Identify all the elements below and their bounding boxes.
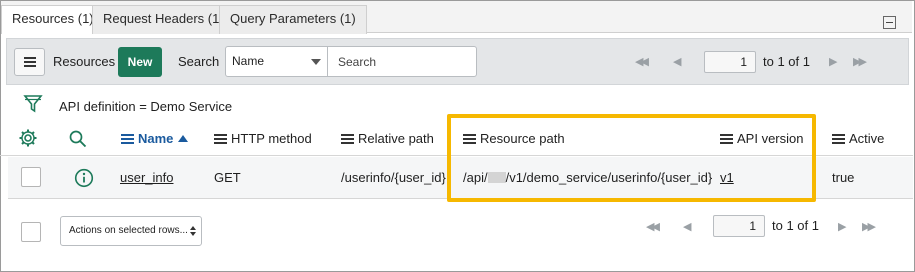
collapse-icon[interactable]	[883, 16, 896, 29]
column-header-http-method[interactable]: HTTP method	[214, 131, 312, 146]
page-range-text: to 1 of 1	[763, 54, 810, 69]
column-header-relative-path[interactable]: Relative path	[341, 131, 434, 146]
resource-path-prefix: /api/	[463, 170, 488, 185]
column-menu-icon[interactable]	[121, 134, 134, 144]
next-page-icon[interactable]: ▶	[829, 55, 838, 68]
prev-page-icon[interactable]: ◀	[683, 220, 692, 233]
search-field-select[interactable]: Name	[225, 46, 328, 77]
prev-page-icon[interactable]: ◀	[673, 55, 682, 68]
page-number-input[interactable]: 1	[704, 51, 756, 73]
tab-bar: Resources (1) Request Headers (1) Query …	[1, 1, 912, 34]
list-toolbar: Resources New Search Name ◀◀ ◀ 1 to 1 of…	[6, 38, 909, 85]
cell-name-link[interactable]: user_info	[120, 170, 173, 185]
tab-query-parameters[interactable]: Query Parameters (1)	[219, 5, 367, 34]
cell-active: true	[832, 170, 855, 185]
last-page-icon[interactable]: ▶▶	[853, 55, 867, 68]
hamburger-icon[interactable]	[14, 48, 45, 76]
cell-relative-path: /userinfo/{user_id}	[341, 170, 446, 185]
search-field-value: Name	[232, 54, 265, 68]
column-menu-icon[interactable]	[463, 134, 476, 144]
tab-resources[interactable]: Resources (1)	[1, 5, 105, 34]
resource-path-suffix: /v1/demo_service/userinfo/{user_id}	[505, 170, 713, 185]
column-label: API version	[737, 131, 804, 146]
funnel-filter-icon[interactable]	[23, 94, 43, 114]
column-header-resource-path[interactable]: Resource path	[463, 131, 565, 146]
cell-http-method: GET	[214, 170, 241, 185]
column-header-api-version[interactable]: API version	[720, 131, 803, 146]
updown-caret-icon	[190, 226, 196, 236]
cell-resource-path: /api/ /v1/demo_service/userinfo/{user_id}	[463, 170, 712, 185]
column-menu-icon[interactable]	[341, 134, 354, 144]
actions-select-value: Actions on selected rows...	[69, 225, 188, 236]
first-page-icon[interactable]: ◀◀	[646, 220, 660, 233]
column-label: Name	[138, 131, 174, 146]
column-menu-icon[interactable]	[832, 134, 845, 144]
column-label: Resource path	[480, 131, 565, 146]
sort-ascending-icon	[178, 135, 189, 142]
column-menu-icon[interactable]	[720, 134, 733, 144]
cell-api-version-link[interactable]: v1	[720, 170, 734, 185]
column-label: Active	[849, 131, 885, 146]
column-label: HTTP method	[231, 131, 312, 146]
row-select-checkbox[interactable]	[21, 167, 41, 187]
list-title: Resources	[53, 54, 116, 69]
filter-condition[interactable]: API definition = Demo Service	[59, 99, 232, 114]
last-page-icon[interactable]: ▶▶	[862, 220, 876, 233]
column-label: Relative path	[358, 131, 434, 146]
chevron-down-icon	[311, 59, 321, 65]
tab-request-headers[interactable]: Request Headers (1)	[92, 5, 235, 34]
select-all-checkbox[interactable]	[21, 222, 41, 242]
info-icon[interactable]	[74, 168, 94, 188]
next-page-icon[interactable]: ▶	[838, 220, 847, 233]
page-range-text: to 1 of 1	[772, 218, 819, 233]
search-icon[interactable]	[68, 129, 88, 149]
gear-icon[interactable]	[18, 128, 38, 148]
redacted-segment	[487, 172, 506, 183]
new-button[interactable]: New	[118, 47, 162, 77]
column-header-active[interactable]: Active	[832, 131, 884, 146]
search-input[interactable]	[327, 46, 477, 77]
column-header-name[interactable]: Name	[121, 131, 189, 146]
column-menu-icon[interactable]	[214, 134, 227, 144]
page-number-input[interactable]: 1	[713, 215, 765, 237]
actions-select[interactable]: Actions on selected rows...	[60, 216, 202, 246]
first-page-icon[interactable]: ◀◀	[635, 55, 649, 68]
search-label: Search	[178, 54, 220, 69]
